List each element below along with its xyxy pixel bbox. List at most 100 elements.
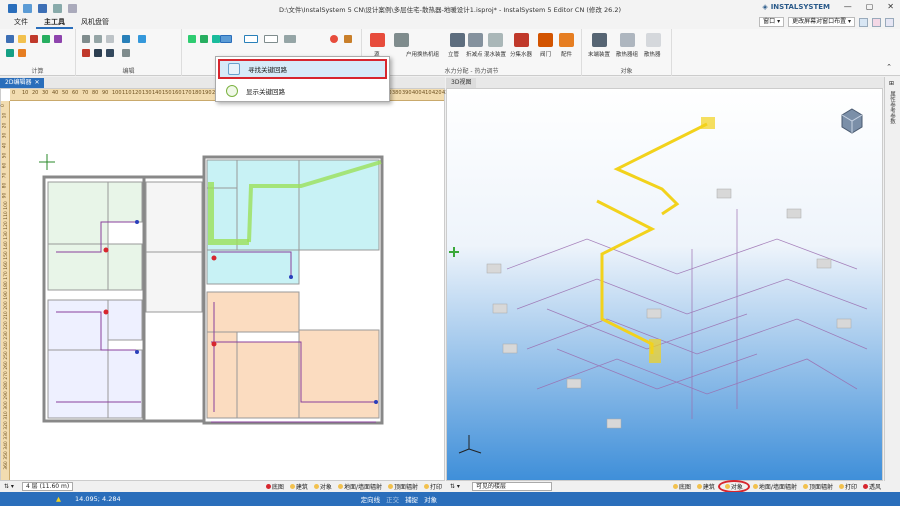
room-green-3[interactable] <box>47 243 109 291</box>
valve-marker[interactable] <box>103 247 109 253</box>
maximize-button[interactable]: ▢ <box>866 2 874 11</box>
source-icon[interactable] <box>370 33 385 47</box>
new-file-icon[interactable] <box>23 3 32 13</box>
array-icon[interactable] <box>106 49 114 57</box>
layout-select[interactable]: 更改屏幕对窗口布置 ▾ <box>788 17 855 27</box>
vertical-ruler[interactable]: 0 10 20 30 40 50 60 70 80 90 100 110 120 130 140 150 160… <box>1 101 10 480</box>
layout-icon[interactable] <box>859 17 868 27</box>
menu-tab-main-tools[interactable]: 主工具 <box>36 16 73 29</box>
ribbon-collapse-icon[interactable]: ⌃ <box>886 63 892 71</box>
valve-marker[interactable] <box>103 309 109 315</box>
mirror-icon[interactable] <box>94 49 102 57</box>
view-cube-icon[interactable] <box>841 108 863 134</box>
app-icon[interactable] <box>8 3 17 13</box>
align-icon[interactable] <box>122 49 130 57</box>
delete-icon[interactable] <box>82 49 90 57</box>
zoom-in-icon[interactable] <box>188 35 196 43</box>
close-tab-icon[interactable]: ✕ <box>34 78 39 88</box>
mode-ortho[interactable]: 正交 <box>386 494 399 504</box>
paste-icon[interactable] <box>94 35 102 43</box>
valve-icon[interactable] <box>538 33 553 47</box>
pin-icon[interactable]: ⊞ <box>889 80 894 87</box>
calc-icon[interactable] <box>6 35 14 43</box>
move-icon[interactable] <box>122 35 130 43</box>
radiator-group-icon[interactable] <box>620 33 635 47</box>
layer-toggle-underlay[interactable]: 底图 <box>263 482 287 491</box>
layer-toggle-ceiling-radiant[interactable]: 顶面辐射 <box>385 482 421 491</box>
save-icon[interactable] <box>38 3 47 13</box>
room-green-4[interactable] <box>107 243 143 291</box>
chart-icon[interactable] <box>42 35 50 43</box>
layer3d-floor-radiant[interactable]: 地面/墙面辐射 <box>750 482 800 491</box>
radiator-node[interactable] <box>135 220 139 224</box>
properties-side-panel[interactable]: ⊞ 属性参考参数 <box>884 77 900 481</box>
room-lilac-3[interactable] <box>47 349 109 419</box>
valve-marker[interactable] <box>211 341 217 347</box>
marker-icon[interactable] <box>330 35 338 43</box>
copy-icon[interactable] <box>82 35 90 43</box>
layer-toggle-objects[interactable]: 对象 <box>311 482 335 491</box>
view-3d-canvas[interactable] <box>446 88 883 481</box>
room-orange-4[interactable] <box>298 329 380 419</box>
rotate-icon[interactable] <box>138 35 146 43</box>
terminal-device-icon[interactable] <box>592 33 607 47</box>
zoom-out-icon[interactable] <box>200 35 208 43</box>
model-3d[interactable] <box>447 89 883 481</box>
hierarchy-icon[interactable] <box>344 35 352 43</box>
redo-icon[interactable] <box>68 3 77 13</box>
layer3d-building[interactable]: 建筑 <box>694 482 718 491</box>
line-icon[interactable] <box>264 35 278 43</box>
room-cyan-5[interactable] <box>206 249 300 285</box>
find-critical-circuit-item[interactable]: 寻找关键回路 <box>218 59 387 79</box>
room-green-2[interactable] <box>107 181 143 223</box>
mixing-unit-icon[interactable] <box>488 33 503 47</box>
room-green-1[interactable] <box>47 181 109 245</box>
layer3d-underlay[interactable]: 底图 <box>670 482 694 491</box>
undo-icon[interactable] <box>53 3 62 13</box>
editor-2d-canvas[interactable]: 0 10 20 30 40 50 60 70 80 90 100 110 120 130 140 150 160… <box>0 88 452 482</box>
warning-icon[interactable] <box>18 49 26 57</box>
show-critical-circuit-item[interactable]: 显示关键回路 <box>218 81 387 101</box>
tab-2d-editor[interactable]: 2D编辑器 ✕ <box>0 77 45 88</box>
manifold-icon[interactable] <box>514 33 529 47</box>
list-icon[interactable] <box>54 35 62 43</box>
heat-exchanger-icon[interactable] <box>394 33 409 47</box>
cut-icon[interactable] <box>106 35 114 43</box>
close-button[interactable]: ✕ <box>887 2 894 11</box>
mode-orient[interactable]: 定向线 <box>361 494 381 504</box>
layer3d-print[interactable]: 打印 <box>836 482 860 491</box>
room-cyan-2[interactable] <box>236 159 300 251</box>
riser-icon[interactable] <box>450 33 465 47</box>
warning-icon[interactable]: ▲ <box>56 495 61 503</box>
table-icon[interactable] <box>18 35 26 43</box>
report-icon[interactable] <box>30 35 38 43</box>
help-icon[interactable] <box>872 17 881 27</box>
floor-plan[interactable] <box>11 102 445 482</box>
radiator-node[interactable] <box>374 400 378 404</box>
menu-tab-fan-coil[interactable]: 风机盘管 <box>73 16 117 29</box>
rect-icon[interactable] <box>244 35 258 43</box>
menu-tab-file[interactable]: 文件 <box>6 16 36 29</box>
floor-select[interactable]: 4 层 (11.60 m) <box>21 482 74 491</box>
visible-floors-select[interactable]: 可见的楼层 <box>471 482 552 491</box>
pipe-icon[interactable] <box>284 35 296 43</box>
settings-icon[interactable] <box>885 17 894 27</box>
room-lilac-4[interactable] <box>107 349 143 419</box>
critical-circuit-icon[interactable] <box>220 35 232 43</box>
window-select[interactable]: 窗口 ▾ <box>759 17 785 27</box>
layer-toggle-building[interactable]: 建筑 <box>287 482 311 491</box>
layer3d-ventilation[interactable]: 透风 <box>860 482 884 491</box>
room-orange-1[interactable] <box>206 291 300 333</box>
room-orange-3[interactable] <box>236 341 300 419</box>
reduction-point-icon[interactable] <box>468 33 483 47</box>
zoom-fit-icon[interactable] <box>212 35 220 43</box>
radiator-node[interactable] <box>289 275 293 279</box>
radiator-icon[interactable] <box>646 33 661 47</box>
layer-toggle-floor-radiant[interactable]: 地面/墙面辐射 <box>335 482 385 491</box>
room-orange-2[interactable] <box>206 331 238 419</box>
room-lilac-1[interactable] <box>47 299 109 351</box>
nav-3d-icon[interactable]: ⇅ ▾ <box>446 483 464 490</box>
minimize-button[interactable]: — <box>844 2 852 11</box>
mode-object[interactable]: 对象 <box>424 494 437 504</box>
check-icon[interactable] <box>6 49 14 57</box>
